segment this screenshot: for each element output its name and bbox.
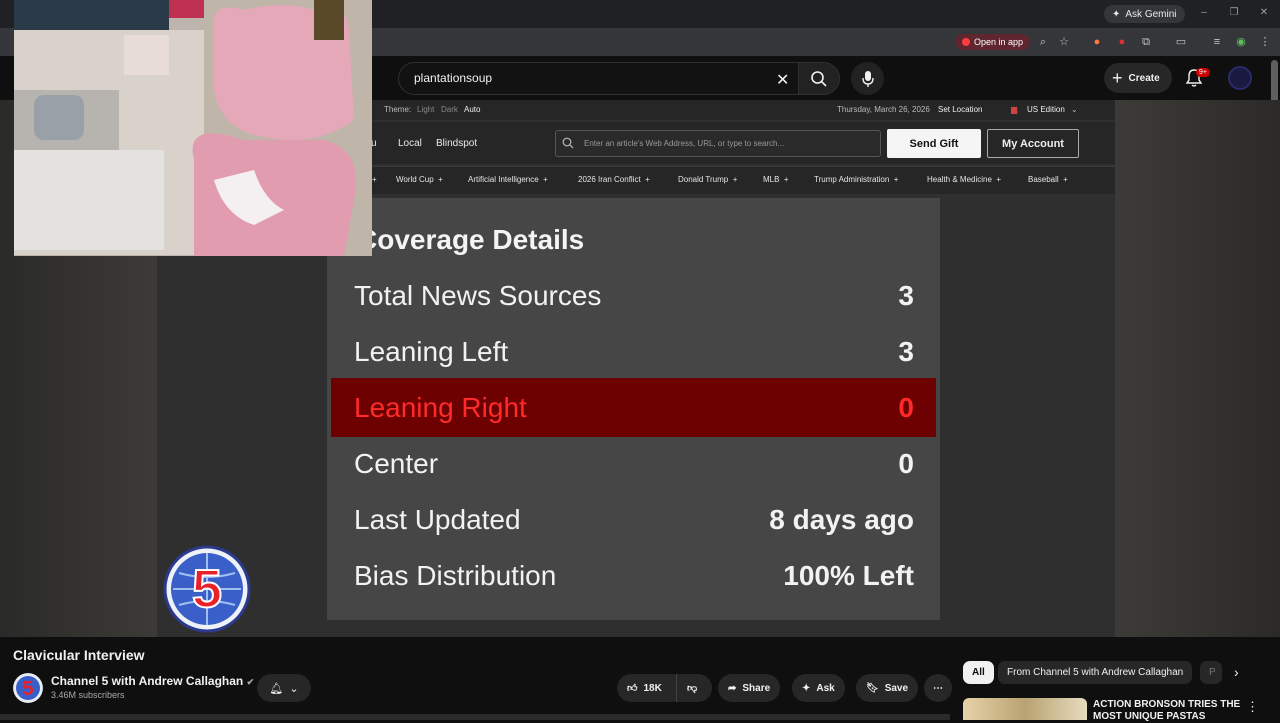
close-window-icon[interactable]: ✕ — [1257, 6, 1271, 20]
thumbs-down-icon: 👎︎ — [687, 683, 698, 694]
open-in-app-button[interactable]: Open in app — [955, 34, 1031, 50]
chevron-down-icon: ⌄ — [1071, 105, 1078, 114]
restore-icon[interactable]: ❐ — [1227, 6, 1241, 20]
microphone-icon — [861, 70, 874, 87]
verified-check-icon: ✔ — [246, 677, 255, 687]
more-horizontal-icon: ⋯ — [933, 682, 943, 694]
account-avatar[interactable] — [1228, 66, 1252, 90]
chevron-down-icon: ⌄ — [289, 682, 299, 695]
profile-icon[interactable]: ◉ — [1234, 35, 1248, 49]
topic-baseball[interactable]: Baseball + — [1028, 175, 1068, 184]
share-label: Share — [742, 682, 771, 694]
svg-text:5: 5 — [22, 678, 33, 700]
bookmark-star-icon[interactable]: ☆ — [1057, 35, 1071, 49]
coverage-row-center: Center 0 — [354, 448, 914, 479]
notification-count-badge: 9+ — [1196, 68, 1210, 77]
chip-partial[interactable]: P — [1200, 661, 1222, 684]
theme-option-auto[interactable]: Auto — [464, 105, 480, 114]
topic-donald-trump[interactable]: Donald Trump + — [678, 175, 737, 184]
webcam-overlay — [14, 0, 372, 256]
clear-search-icon[interactable]: ✕ — [776, 70, 789, 90]
my-account-button[interactable]: My Account — [987, 129, 1079, 158]
video-title: Clavicular Interview — [13, 647, 145, 663]
bookmark-icon: 🔖︎ — [866, 682, 879, 694]
article-url-placeholder: Enter an article's Web Address, URL, or … — [584, 139, 785, 148]
ask-gemini-button[interactable]: ✦ Ask Gemini — [1104, 5, 1185, 23]
theme-option-dark[interactable]: Dark — [441, 105, 458, 114]
nav-link-blindspot[interactable]: Blindspot — [436, 138, 477, 149]
edition-selector[interactable]: US Edition — [1027, 105, 1065, 114]
zoom-icon[interactable]: ⌕ — [1036, 35, 1050, 49]
search-query[interactable]: plantationsoup — [414, 71, 492, 85]
video-progress-bar[interactable] — [0, 714, 950, 720]
like-count: 18K — [643, 682, 662, 694]
sparkle-icon: ✦ — [802, 682, 811, 694]
webcam-image — [14, 0, 372, 256]
search-icon — [811, 70, 827, 87]
like-button[interactable]: 👍︎ 18K — [617, 674, 685, 702]
save-label: Save — [884, 682, 909, 694]
chevron-right-icon[interactable]: › — [1234, 664, 1239, 680]
topic-health-medicine[interactable]: Health & Medicine + — [927, 175, 1001, 184]
cast-icon[interactable]: ▭ — [1174, 35, 1188, 49]
coverage-row-leaning-left: Leaning Left 3 — [354, 336, 914, 367]
theme-option-light[interactable]: Light — [417, 105, 434, 114]
us-flag-icon: ▆ — [1011, 105, 1018, 114]
add-topic-icon[interactable]: + — [372, 175, 377, 184]
search-icon — [562, 137, 574, 149]
coverage-row-leaning-right: Leaning Right 0 — [354, 392, 914, 423]
extensions-puzzle-icon[interactable]: ⧉ — [1139, 35, 1153, 49]
create-label: Create — [1128, 72, 1160, 84]
nav-link-local[interactable]: Local — [398, 138, 422, 149]
extension-icon[interactable]: ● — [1115, 35, 1129, 49]
coverage-row-last-updated: Last Updated 8 days ago — [354, 504, 914, 535]
open-in-app-label: Open in app — [974, 37, 1024, 47]
ask-button[interactable]: ✦ Ask — [792, 674, 845, 702]
set-location-link[interactable]: Set Location — [938, 105, 982, 114]
topic-2026-iran-conflict[interactable]: 2026 Iran Conflict + — [578, 175, 650, 184]
send-gift-button[interactable]: Send Gift — [887, 129, 981, 158]
minimize-icon[interactable]: – — [1197, 6, 1211, 20]
coverage-row-bias-distribution: Bias Distribution 100% Left — [354, 560, 914, 591]
svg-text:5: 5 — [192, 559, 222, 619]
subscription-bell-button[interactable]: 🔔︎ ⌄ — [257, 674, 311, 702]
chip-from-channel[interactable]: From Channel 5 with Andrew Callaghan — [998, 661, 1193, 684]
ask-label: Ask — [816, 682, 835, 694]
topic-trump-administration[interactable]: Trump Administration + — [814, 175, 898, 184]
channel-avatar[interactable]: 5 — [13, 673, 43, 703]
share-icon: ➦ — [728, 682, 737, 694]
topic-artificial-intelligence[interactable]: Artificial Intelligence + — [468, 175, 548, 184]
youtube-app-icon — [962, 38, 970, 46]
subscriber-count: 3.46M subscribers — [51, 690, 125, 700]
bell-icon: 🔔︎ — [269, 682, 284, 695]
create-button[interactable]: + Create — [1104, 63, 1172, 93]
search-button[interactable] — [798, 62, 840, 95]
plus-icon: + — [1112, 67, 1123, 88]
extension-icon[interactable]: ● — [1090, 35, 1104, 49]
chip-all[interactable]: All — [963, 661, 994, 684]
recommended-video-thumbnail[interactable] — [963, 698, 1087, 720]
reading-list-icon[interactable]: ≡ — [1210, 35, 1224, 49]
coverage-title: Coverage Details — [357, 224, 585, 255]
save-button[interactable]: 🔖︎ Save — [856, 674, 919, 702]
recommended-video-title[interactable]: ACTION BRONSON TRIES THE MOST UNIQUE PAS… — [1093, 699, 1243, 723]
voice-search-button[interactable] — [851, 62, 884, 95]
current-date: Thursday, March 26, 2026 — [837, 105, 930, 114]
more-actions-button[interactable]: ⋯ — [924, 674, 952, 702]
channel-name[interactable]: Channel 5 with Andrew Callaghan ✔ — [51, 674, 254, 688]
coverage-row-total-sources: Total News Sources 3 — [354, 280, 914, 311]
topic-world-cup[interactable]: World Cup + — [396, 175, 443, 184]
thumbs-up-icon: 👍︎ — [627, 683, 638, 694]
share-button[interactable]: ➦ Share — [718, 674, 781, 702]
dislike-button[interactable]: 👎︎ — [676, 674, 712, 702]
topic-mlb[interactable]: MLB + — [763, 175, 789, 184]
gemini-icon: ✦ — [1112, 8, 1121, 20]
more-vertical-icon[interactable]: ⋮ — [1246, 699, 1259, 715]
channel-5-logo: 5 — [163, 545, 251, 633]
ask-gemini-label: Ask Gemini — [1125, 8, 1177, 20]
more-menu-icon[interactable]: ⋮ — [1258, 35, 1272, 49]
theme-label: Theme: — [384, 105, 412, 114]
